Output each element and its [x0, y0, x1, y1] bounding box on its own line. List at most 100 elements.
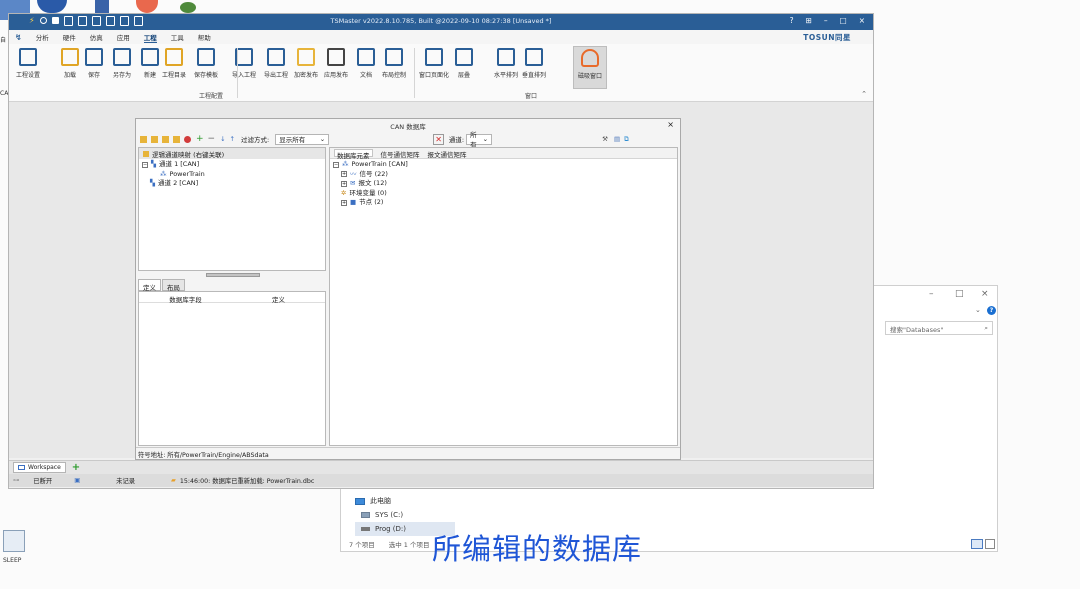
- db-elements-tab-label: 数据库元素: [337, 152, 370, 160]
- maximize-button[interactable]: □: [840, 16, 847, 25]
- tree-item-env-vars[interactable]: ✲ 环境变量 (0): [333, 189, 674, 199]
- tab-message-matrix[interactable]: 报文通信矩阵: [428, 149, 467, 159]
- collapse-ribbon-icon[interactable]: ⌃: [861, 90, 867, 98]
- app-logo-icon[interactable]: ↯: [15, 33, 22, 42]
- clear-filter-icon[interactable]: ✕: [433, 133, 444, 145]
- tab-layout[interactable]: 布局: [162, 279, 185, 292]
- ribbon-separator: [414, 48, 415, 98]
- ribbon-button-14[interactable]: 窗口页面化: [417, 46, 451, 79]
- ribbon-button-label: 工程目录: [161, 72, 186, 79]
- horizontal-icon: [497, 48, 515, 66]
- external-link-icon[interactable]: ⧉: [624, 135, 629, 144]
- plug-icon[interactable]: ⊶: [13, 477, 19, 484]
- tree-item-messages[interactable]: + ✉ 报文 (12): [333, 179, 674, 189]
- db-reload-icon[interactable]: [173, 135, 180, 143]
- menu-tools[interactable]: 工具: [171, 32, 184, 42]
- definition-pane: 数据库字段 定义: [138, 291, 326, 446]
- arrow-up-icon[interactable]: ↑: [230, 135, 235, 143]
- add-workspace-icon[interactable]: +: [72, 462, 80, 473]
- collapse-icon[interactable]: −: [142, 161, 148, 168]
- ribbon-button-10[interactable]: 加密发布: [289, 46, 323, 79]
- channel-icon: ▚: [150, 179, 155, 187]
- menu-analysis[interactable]: 分析: [36, 32, 49, 42]
- minus-icon[interactable]: −: [208, 134, 216, 144]
- ribbon-button-18[interactable]: 磁吸窗口: [573, 46, 607, 89]
- plus-icon[interactable]: +: [196, 134, 204, 144]
- desktop-icon-app[interactable]: [95, 0, 109, 13]
- nav-item-sys-c[interactable]: SYS (C:): [355, 508, 485, 522]
- ribbon-button-15[interactable]: 层叠: [447, 46, 481, 79]
- db-remove-icon[interactable]: [184, 135, 191, 143]
- tree-item-powertrain[interactable]: ⁂ PowerTrain: [142, 170, 322, 180]
- menu-simulation[interactable]: 仿真: [90, 32, 103, 42]
- mapping-tree: − ▚ 通道 1 [CAN] ⁂ PowerTrain ▚ 通道 2 [CAN]: [139, 159, 325, 190]
- sleep-icon[interactable]: [3, 530, 25, 552]
- right-tabs: 数据库元素 信号通信矩阵 报文通信矩阵: [330, 148, 677, 160]
- channel-mapping-pane: 逻辑通道映射 (右键关联) − ▚ 通道 1 [CAN] ⁂ PowerTrai…: [138, 147, 326, 271]
- desktop-icon-help[interactable]: [37, 0, 67, 13]
- selected-count: 选中 1 个项目: [388, 541, 430, 549]
- expand-icon[interactable]: +: [341, 199, 347, 206]
- maximize-icon[interactable]: □: [955, 289, 964, 299]
- explorer-search-input[interactable]: 搜索"Databases" ⌕: [885, 321, 993, 335]
- log-message: 15:46:00: 数据库已重新加载: PowerTrain.dbc: [179, 478, 315, 485]
- tree-item-nodes[interactable]: + ■ 节点 (2): [333, 198, 674, 208]
- col-db-field: 数据库字段: [169, 296, 202, 304]
- layout-button[interactable]: ⊞: [806, 16, 812, 25]
- desktop-icon-red[interactable]: [136, 0, 158, 13]
- nav-item-this-pc[interactable]: 此电脑: [355, 494, 485, 508]
- dialog-close-icon[interactable]: ×: [667, 120, 674, 129]
- tree-label: 节点 (2): [359, 198, 384, 206]
- expand-icon[interactable]: +: [341, 171, 347, 178]
- pane-splitter[interactable]: [206, 273, 260, 277]
- menu-application[interactable]: 应用: [117, 32, 130, 42]
- help-icon[interactable]: ?: [987, 306, 996, 315]
- desktop-icon-green[interactable]: [180, 2, 196, 13]
- db-open-icon[interactable]: [151, 135, 158, 143]
- menu-help[interactable]: 帮助: [198, 32, 211, 42]
- ribbon-button-6[interactable]: 工程目录: [157, 46, 191, 79]
- ribbon-button-1[interactable]: 工程设置: [11, 46, 45, 79]
- arrow-down-icon[interactable]: ↓: [220, 135, 225, 143]
- tree-item-channel-2[interactable]: ▚ 通道 2 [CAN]: [142, 179, 322, 189]
- ribbon-button-17[interactable]: 垂直排列: [517, 46, 551, 79]
- ribbon-button-9[interactable]: 导出工程: [259, 46, 293, 79]
- close-button[interactable]: ×: [859, 16, 865, 25]
- network-icon: ⁂: [160, 169, 167, 178]
- ribbon-button-11[interactable]: 应用发布: [319, 46, 353, 79]
- db-add-icon[interactable]: [140, 135, 147, 143]
- channel-label: 通道:: [448, 136, 465, 144]
- tab-signal-matrix[interactable]: 信号通信矩阵: [381, 149, 420, 159]
- minimize-icon[interactable]: –: [929, 289, 934, 299]
- ribbon-button-7[interactable]: 保存模板: [189, 46, 223, 79]
- chevron-down-icon[interactable]: ⌄: [975, 306, 981, 314]
- tree-label: 环境变量 (0): [349, 188, 387, 197]
- ribbon-button-13[interactable]: 布局控制: [377, 46, 411, 79]
- menu-project[interactable]: 工程: [143, 32, 157, 43]
- channel-select[interactable]: 所有 ⌄: [466, 131, 493, 149]
- help-button[interactable]: ?: [790, 16, 794, 25]
- tab-definition[interactable]: 定义: [138, 279, 161, 292]
- channel-icon: ▚: [151, 160, 156, 168]
- menu-hardware[interactable]: 硬件: [63, 32, 76, 42]
- large-icons-view-icon[interactable]: [985, 539, 995, 549]
- tree-item-powertrain-can[interactable]: − ⁂ PowerTrain [CAN]: [333, 160, 674, 170]
- copy-icon[interactable]: ▤: [614, 135, 620, 143]
- tree-label: 通道 1 [CAN]: [159, 160, 200, 168]
- tree-item-channel-1[interactable]: − ▚ 通道 1 [CAN]: [142, 160, 322, 170]
- tab-db-elements[interactable]: 数据库元素: [334, 149, 373, 160]
- mapping-header: 逻辑通道映射 (右键关联): [139, 148, 325, 159]
- expand-icon[interactable]: +: [341, 180, 347, 187]
- ribbon-button-8[interactable]: 导入工程: [227, 46, 261, 79]
- collapse-icon[interactable]: −: [333, 161, 339, 168]
- record-status-icon: ▣: [74, 477, 81, 484]
- desktop-label-1: 自: [0, 37, 7, 44]
- tree-item-signals[interactable]: + 〰 信号 (22): [333, 170, 674, 180]
- minimize-button[interactable]: –: [824, 16, 828, 25]
- tab-workspace[interactable]: Workspace: [13, 462, 66, 473]
- details-view-icon[interactable]: [971, 539, 983, 549]
- tools-icon[interactable]: ⚒: [602, 135, 608, 143]
- filter-select[interactable]: 显示所有 ⌄: [275, 133, 330, 145]
- close-icon[interactable]: ×: [981, 289, 989, 299]
- db-folder-icon[interactable]: [162, 135, 169, 143]
